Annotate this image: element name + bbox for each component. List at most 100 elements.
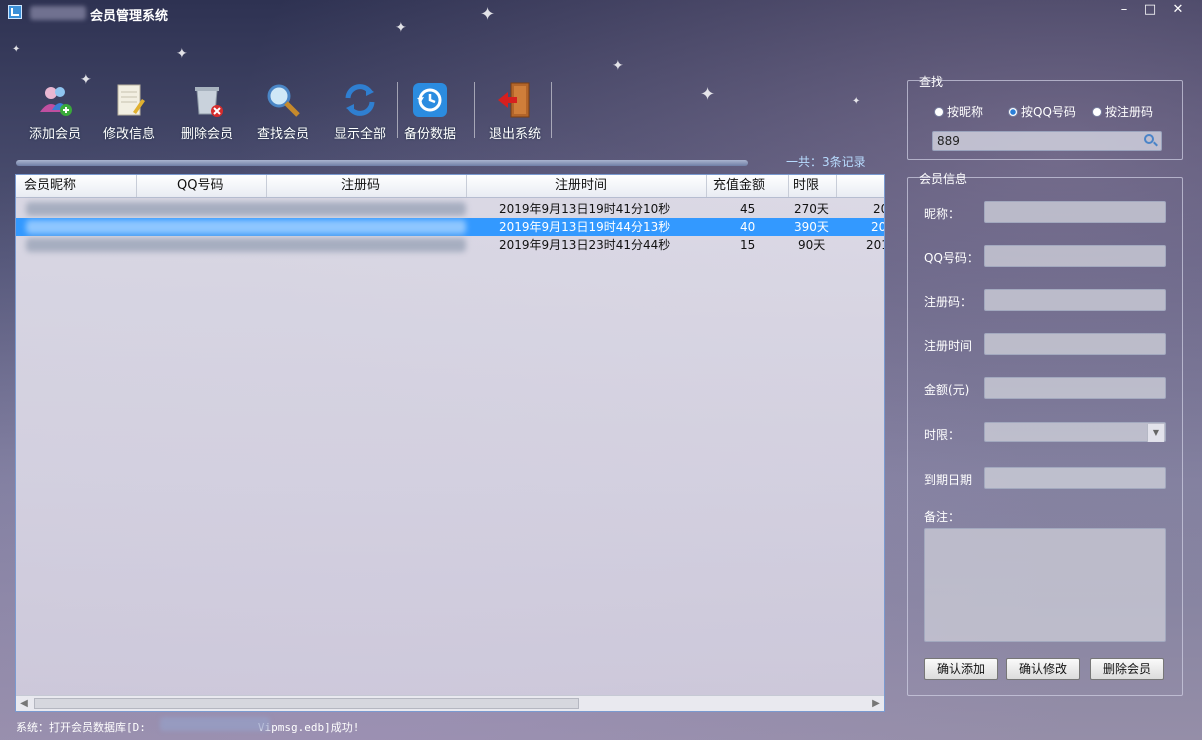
period-select[interactable]: ▼	[984, 422, 1166, 442]
period-label: 时限：	[924, 428, 961, 442]
table-row-selected[interactable]: 2019年9月13日19时44分13秒 40 390天 20	[16, 218, 884, 236]
remark-label: 备注：	[924, 510, 961, 524]
find-member-button[interactable]: 查找会员	[248, 80, 318, 142]
qq-label: QQ号码：	[924, 251, 979, 265]
exit-system-label: 退出系统	[488, 127, 541, 142]
redacted-path	[160, 717, 270, 731]
radio-by-nickname[interactable]: 按昵称	[934, 103, 983, 120]
add-user-icon	[40, 87, 72, 116]
magnifier-icon	[267, 84, 300, 117]
radio-checked-icon	[1008, 107, 1018, 117]
member-table[interactable]: 会员昵称 QQ号码 注册码 注册时间 充值金额 时限 2019年9月13日19时…	[15, 174, 885, 712]
radio-icon	[934, 107, 944, 117]
horizontal-scrollbar[interactable]: ◀ ▶	[16, 695, 884, 711]
radio-by-qq[interactable]: 按QQ号码	[1008, 103, 1076, 120]
search-group: 查找 按昵称 按QQ号码 按注册码	[907, 75, 1183, 160]
show-all-label: 显示全部	[333, 127, 386, 142]
extra-cell: 20	[871, 220, 885, 234]
window-title: 会员管理系统	[90, 9, 169, 24]
reg-time-field[interactable]	[984, 333, 1166, 355]
maximize-button[interactable]: □	[1138, 2, 1162, 18]
reg-code-field[interactable]	[984, 289, 1166, 311]
reg-time-cell: 2019年9月13日23时41分44秒	[499, 238, 671, 252]
table-row[interactable]: 2019年9月13日23时41分44秒 15 90天 201	[16, 236, 884, 254]
scroll-right-icon[interactable]: ▶	[868, 696, 884, 711]
scroll-left-icon[interactable]: ◀	[16, 696, 32, 711]
status-suffix: Vipmsg.edb]成功!	[257, 721, 360, 734]
nickname-label: 昵称：	[924, 207, 961, 221]
radio-icon	[1092, 107, 1102, 117]
backup-data-button[interactable]: 备份数据	[395, 80, 465, 142]
member-info-group: 会员信息 昵称： QQ号码： 注册码： 注册时间 金额(元) 时限： ▼ 到期日…	[907, 172, 1183, 696]
star-icon: ✦	[12, 44, 21, 55]
star-icon: ✦	[700, 84, 716, 105]
exit-door-icon	[498, 82, 530, 118]
reg-code-label: 注册码：	[924, 295, 973, 309]
redacted-cells	[26, 202, 466, 216]
column-header-period[interactable]: 时限	[789, 175, 837, 197]
table-header: 会员昵称 QQ号码 注册码 注册时间 充值金额 时限	[16, 175, 884, 198]
nickname-field[interactable]	[984, 201, 1166, 223]
exit-system-button[interactable]: 退出系统	[480, 80, 550, 142]
column-header-qq[interactable]: QQ号码	[137, 175, 267, 197]
reg-time-label: 注册时间	[924, 339, 973, 353]
remark-textarea[interactable]	[924, 528, 1166, 642]
redacted-cells	[26, 238, 466, 252]
backup-icon	[413, 83, 447, 117]
amount-cell: 45	[740, 202, 756, 216]
reg-time-cell: 2019年9月13日19时41分10秒	[499, 202, 671, 216]
close-button[interactable]: ✕	[1166, 2, 1190, 18]
star-icon: ✦	[176, 46, 188, 62]
show-all-button[interactable]: 显示全部	[325, 80, 395, 142]
search-icon[interactable]	[1144, 134, 1154, 144]
radio-label: 按昵称	[947, 105, 984, 119]
column-header-amount[interactable]: 充值金额	[707, 175, 789, 197]
star-icon: ✦	[852, 96, 861, 107]
amount-field[interactable]	[984, 377, 1166, 399]
column-header-extra[interactable]	[837, 175, 884, 197]
status-prefix: 系统：打开会员数据库[D:	[16, 721, 146, 734]
chevron-down-icon[interactable]: ▼	[1147, 424, 1164, 442]
star-icon: ✦	[395, 20, 407, 36]
amount-cell: 40	[740, 220, 756, 234]
radio-by-reg-code[interactable]: 按注册码	[1092, 103, 1153, 120]
app-icon	[8, 5, 22, 19]
toolbar-separator	[474, 82, 475, 138]
scrollbar-thumb[interactable]	[34, 698, 579, 709]
column-header-reg-code[interactable]: 注册码	[267, 175, 467, 197]
confirm-add-button[interactable]: 确认添加	[924, 658, 998, 680]
period-cell: 390天	[794, 220, 829, 234]
delete-member-label: 删除会员	[180, 127, 233, 142]
column-header-nickname[interactable]: 会员昵称	[16, 175, 137, 197]
delete-member-confirm-button[interactable]: 删除会员	[1090, 658, 1164, 680]
star-icon: ✦	[480, 4, 496, 25]
redacted-cells	[26, 220, 466, 234]
search-input[interactable]	[932, 131, 1162, 151]
record-count: 一共：3条记录	[786, 155, 866, 169]
table-row[interactable]: 2019年9月13日19时41分10秒 45 270天 20	[16, 200, 884, 218]
delete-member-button[interactable]: 删除会员	[172, 80, 242, 142]
radio-label: 按注册码	[1105, 105, 1154, 119]
redacted-title-prefix	[30, 6, 86, 20]
qq-field[interactable]	[984, 245, 1166, 267]
expire-date-field[interactable]	[984, 467, 1166, 489]
refresh-icon	[345, 84, 375, 116]
title-bar: 会员管理系统 – □ ✕	[0, 0, 1202, 26]
add-member-button[interactable]: 添加会员	[20, 80, 90, 142]
confirm-edit-button[interactable]: 确认修改	[1006, 658, 1080, 680]
backup-data-label: 备份数据	[403, 127, 456, 142]
period-cell: 270天	[794, 202, 829, 216]
star-icon: ✦	[612, 58, 624, 74]
amount-cell: 15	[740, 238, 756, 252]
edit-info-button[interactable]: 修改信息	[94, 80, 164, 142]
reg-time-cell: 2019年9月13日19时44分13秒	[499, 220, 671, 234]
expire-date-label: 到期日期	[924, 473, 973, 487]
extra-cell: 201	[866, 238, 884, 252]
column-header-reg-time[interactable]: 注册时间	[467, 175, 707, 197]
progress-bar	[16, 160, 748, 166]
recycle-bin-icon	[195, 87, 223, 117]
notepad-edit-icon	[117, 84, 145, 116]
add-member-label: 添加会员	[28, 127, 81, 142]
minimize-button[interactable]: –	[1112, 2, 1136, 18]
amount-label: 金额(元)	[924, 383, 970, 397]
